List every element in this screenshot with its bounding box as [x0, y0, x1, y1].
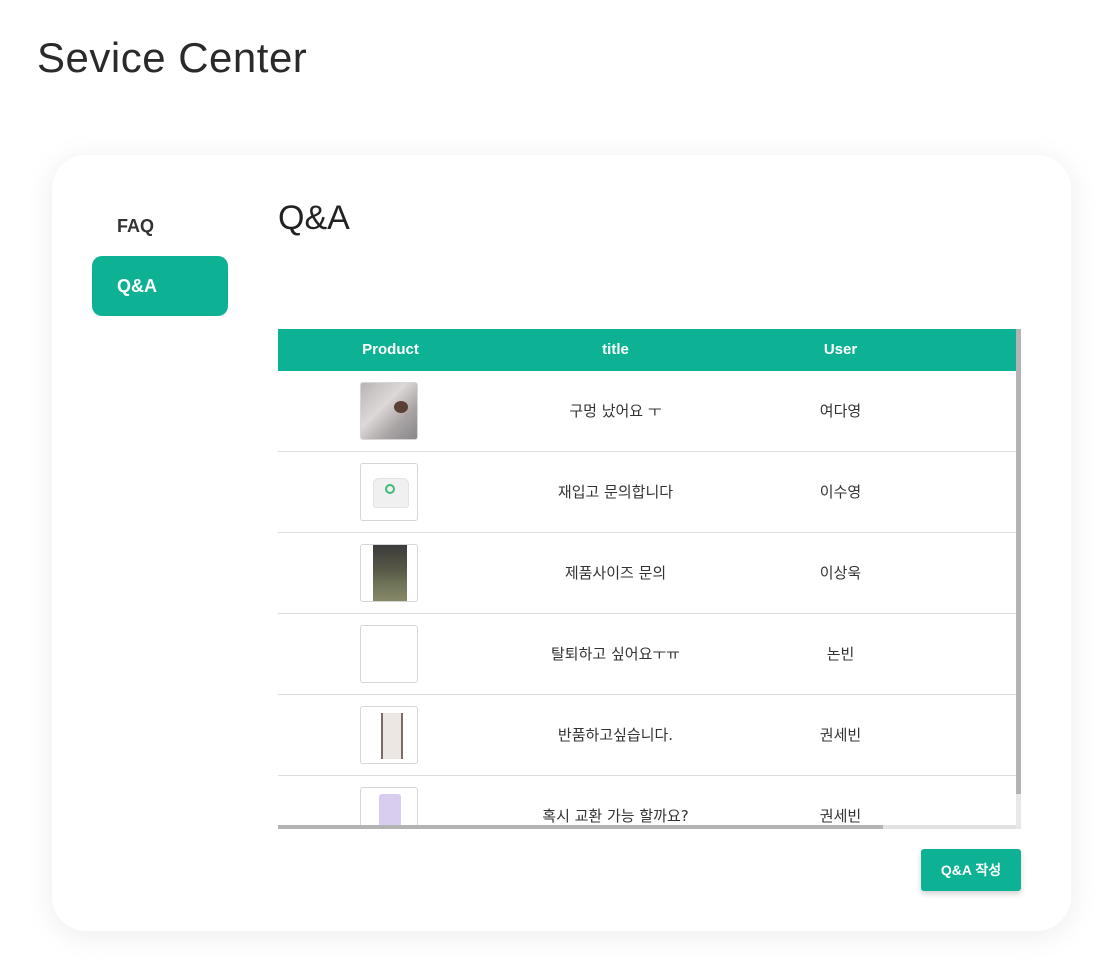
row-title[interactable]: 탈퇴하고 싶어요ㅜㅠ — [503, 614, 728, 694]
vertical-scrollbar-thumb[interactable] — [1016, 329, 1021, 794]
row-user: 여다영 — [819, 402, 862, 420]
column-header-title: title — [602, 341, 629, 358]
column-header-product: Product — [362, 341, 419, 358]
table-body: 구멍 났어요 ㅜ 여다영 재입고 문의합니다 이수영 제품사이즈 문의 이상욱 … — [278, 371, 1016, 826]
table-row[interactable]: 탈퇴하고 싶어요ㅜㅠ 논빈 — [278, 614, 1016, 695]
product-thumbnail[interactable] — [360, 544, 418, 602]
table-row[interactable]: 제품사이즈 문의 이상욱 — [278, 533, 1016, 614]
product-thumbnail[interactable] — [360, 382, 418, 440]
qa-table: Product title User 구멍 났어요 ㅜ 여다영 재입고 문의합니… — [278, 329, 1021, 829]
horizontal-scrollbar[interactable] — [278, 825, 1016, 829]
table-row[interactable]: 반품하고싶습니다. 권세빈 — [278, 695, 1016, 776]
write-qa-button[interactable]: Q&A 작성 — [921, 849, 1021, 891]
table-row[interactable]: 구멍 났어요 ㅜ 여다영 — [278, 371, 1016, 452]
row-user: 권세빈 — [819, 807, 862, 825]
row-user: 이상욱 — [819, 564, 862, 582]
column-header-user: User — [823, 341, 858, 358]
sidebar-item-qa[interactable]: Q&A — [92, 256, 228, 316]
service-card: FAQ Q&A Q&A Product title User 구멍 났어요 ㅜ … — [52, 155, 1071, 931]
row-title[interactable]: 제품사이즈 문의 — [503, 533, 728, 613]
product-thumbnail[interactable] — [360, 625, 418, 683]
row-user: 논빈 — [826, 645, 855, 663]
sidebar-item-faq[interactable]: FAQ — [92, 196, 228, 256]
table-row[interactable]: 재입고 문의합니다 이수영 — [278, 452, 1016, 533]
horizontal-scrollbar-thumb[interactable] — [278, 825, 883, 829]
page-title: Sevice Center — [37, 34, 308, 81]
section-title: Q&A — [278, 199, 350, 237]
row-title[interactable]: 혹시 교환 가능 할까요? — [503, 776, 728, 826]
product-thumbnail[interactable] — [360, 706, 418, 764]
product-thumbnail[interactable] — [360, 463, 418, 521]
row-title[interactable]: 재입고 문의합니다 — [503, 452, 728, 532]
table-row[interactable]: 혹시 교환 가능 할까요? 권세빈 — [278, 776, 1016, 826]
product-thumbnail[interactable] — [360, 787, 418, 826]
row-title[interactable]: 구멍 났어요 ㅜ — [503, 371, 728, 451]
row-user: 이수영 — [819, 483, 862, 501]
row-user: 권세빈 — [819, 726, 862, 744]
table-header: Product title User — [278, 329, 1016, 371]
vertical-scrollbar[interactable] — [1016, 329, 1021, 829]
row-title[interactable]: 반품하고싶습니다. — [503, 695, 728, 775]
